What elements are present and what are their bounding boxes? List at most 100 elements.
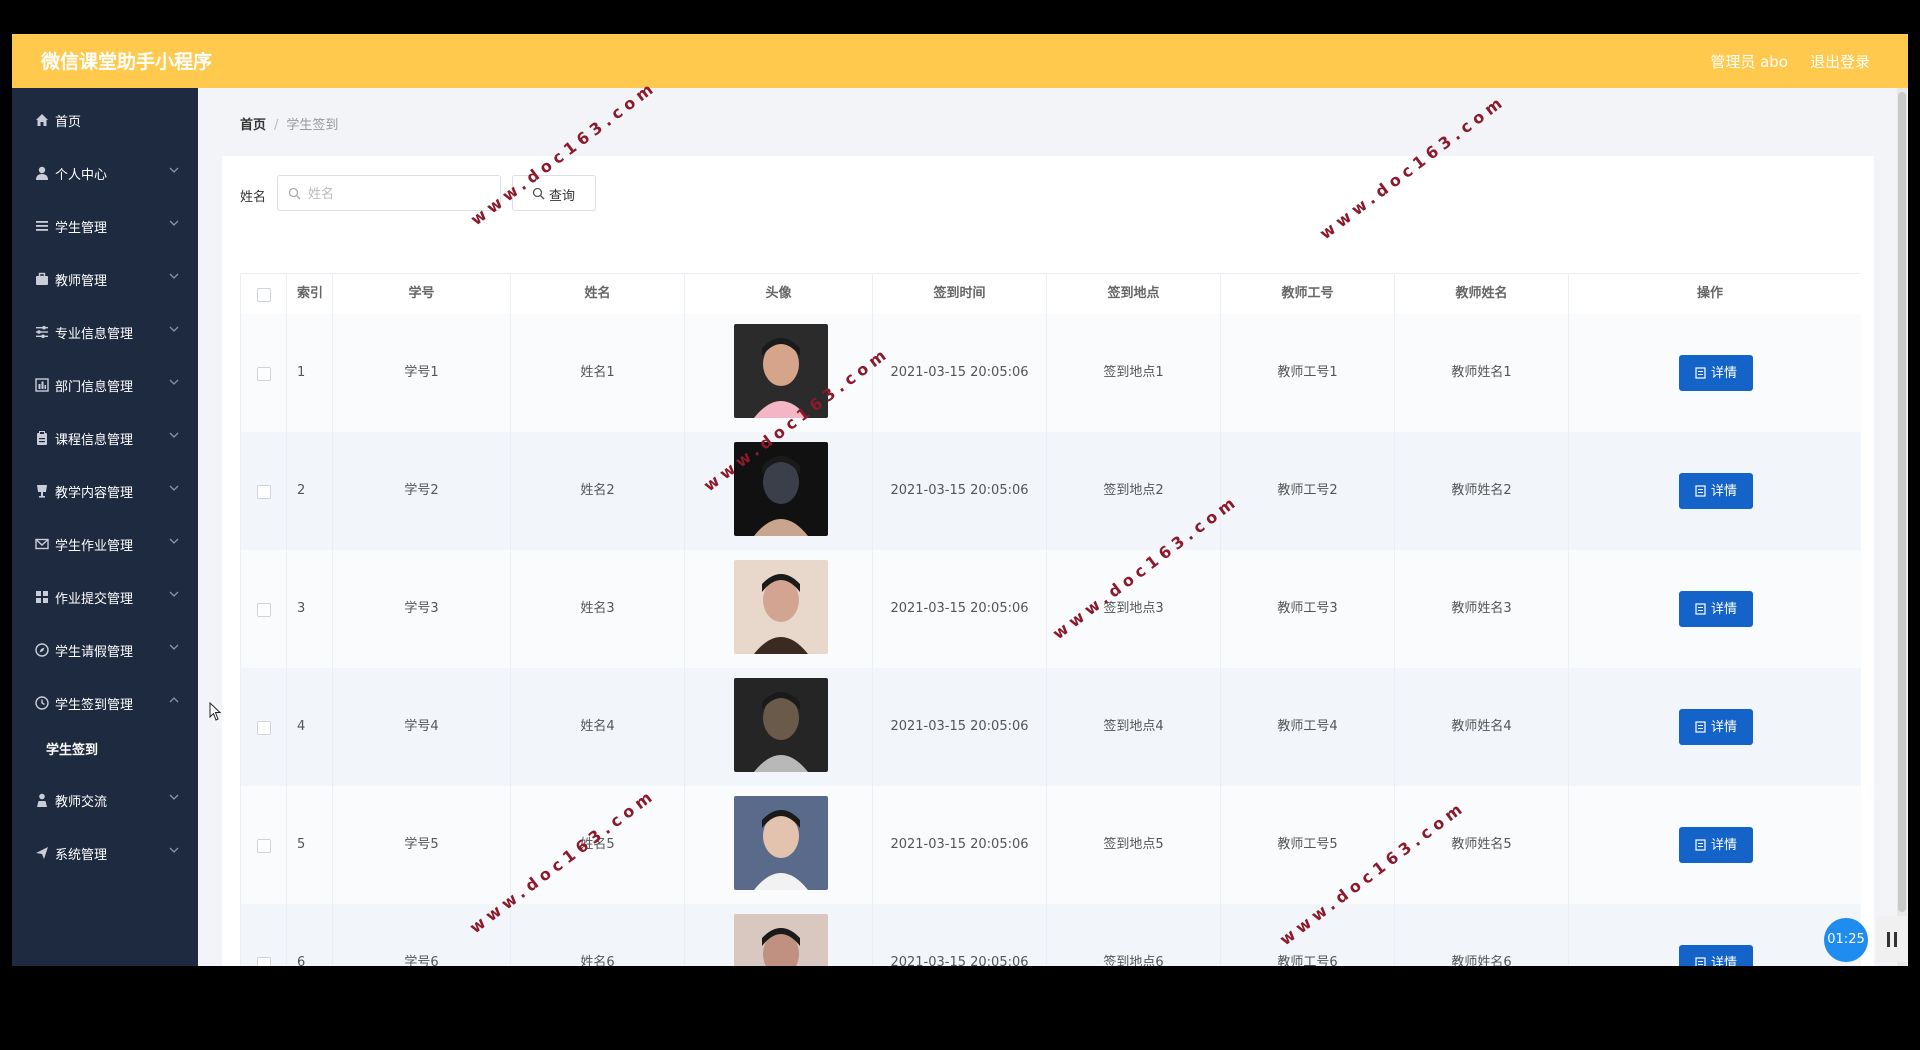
sidebar-item-teacher-communication[interactable]: 教师交流 [12, 780, 198, 820]
cell-student-no: 学号5 [333, 786, 511, 904]
sidebar-item-homework-management[interactable]: 学生作业管理 [12, 524, 198, 564]
cell-name: 姓名4 [511, 668, 685, 786]
table-row: 4 学号4 姓名4 2021-03-15 20:05:06 签到地点4 教师工号4 教师姓名… [241, 668, 1861, 787]
sidebar-item-label: 部门信息管理 [55, 380, 134, 395]
sliders-icon [36, 325, 48, 339]
cell-teacher-no: 教师工号3 [1221, 550, 1395, 668]
checkin-table: 索引 学号 姓名 头像 签到时间 签到地点 教师工号 教师姓名 操作 1 学号1 姓… [240, 273, 1861, 966]
sidebar-item-personal-center[interactable]: 个人中心 [12, 153, 198, 193]
select-all-checkbox[interactable] [257, 288, 271, 302]
row-select-cell [241, 786, 287, 904]
sidebar-item-label: 教学内容管理 [55, 486, 134, 501]
cell-teacher-name: 教师姓名1 [1395, 314, 1569, 432]
detail-button[interactable]: 详情 [1679, 945, 1753, 966]
chevron-down-icon [169, 538, 179, 544]
sidebar-item-major-management[interactable]: 专业信息管理 [12, 312, 198, 352]
avatar[interactable] [734, 914, 828, 966]
sidebar-item-teaching-content-management[interactable]: 教学内容管理 [12, 471, 198, 511]
pause-icon [1894, 932, 1897, 947]
detail-button-label: 详情 [1711, 955, 1738, 966]
row-select-cell [241, 314, 287, 432]
sidebar-item-label: 作业提交管理 [55, 592, 134, 607]
row-checkbox[interactable] [257, 603, 271, 617]
table-header: 索引 学号 姓名 头像 签到时间 签到地点 教师工号 教师姓名 操作 [241, 274, 1861, 315]
detail-button[interactable]: 详情 [1679, 355, 1753, 391]
row-checkbox[interactable] [257, 957, 271, 966]
document-icon [1695, 485, 1706, 497]
sidebar-item-label: 系统管理 [55, 848, 108, 863]
clipboard-icon [37, 431, 47, 445]
cell-checkin-time: 2021-03-15 20:05:06 [873, 314, 1047, 432]
cell-index: 6 [287, 904, 333, 966]
cell-avatar [685, 550, 873, 668]
column-header-index: 索引 [287, 274, 333, 314]
cell-teacher-no: 教师工号4 [1221, 668, 1395, 786]
cell-index: 1 [287, 314, 333, 432]
row-checkbox[interactable] [257, 485, 271, 499]
chevron-up-icon [169, 697, 179, 703]
compass-icon [35, 643, 49, 657]
breadcrumb-separator: / [274, 118, 279, 133]
detail-button[interactable]: 详情 [1679, 709, 1753, 745]
search-field[interactable] [277, 175, 501, 211]
avatar[interactable] [734, 678, 828, 772]
cell-index: 3 [287, 550, 333, 668]
row-checkbox[interactable] [257, 721, 271, 735]
recording-timer[interactable]: 01:25 [1824, 918, 1868, 962]
chevron-down-icon [169, 220, 179, 226]
breadcrumb-current: 学生签到 [286, 118, 339, 133]
detail-button-label: 详情 [1711, 601, 1738, 616]
sidebar-subitem-student-checkin[interactable]: 学生签到 [12, 729, 198, 767]
sidebar-item-checkin-management[interactable]: 学生签到管理 [12, 683, 198, 723]
cell-teacher-name: 教师姓名3 [1395, 550, 1569, 668]
sidebar-item-label: 个人中心 [55, 168, 108, 183]
scrollbar-thumb[interactable] [1898, 92, 1906, 912]
sidebar-item-teacher-management[interactable]: 教师管理 [12, 259, 198, 299]
app-title: 微信课堂助手小程序 [41, 51, 213, 73]
main-content: 首页/学生签到 姓名 查询 索引 学号 姓名 头像 签到时间 签 [198, 88, 1908, 966]
detail-button[interactable]: 详情 [1679, 827, 1753, 863]
mail-icon [35, 538, 49, 550]
row-checkbox[interactable] [257, 839, 271, 853]
detail-button[interactable]: 详情 [1679, 473, 1753, 509]
bar-chart-icon [35, 378, 49, 392]
sidebar-item-label: 专业信息管理 [55, 327, 134, 342]
cell-checkin-time: 2021-03-15 20:05:06 [873, 786, 1047, 904]
cell-checkin-time: 2021-03-15 20:05:06 [873, 904, 1047, 966]
sidebar-item-department-management[interactable]: 部门信息管理 [12, 365, 198, 405]
clock-icon [35, 696, 49, 710]
sidebar-item-label: 教师管理 [55, 274, 108, 289]
pause-icon [1887, 932, 1890, 947]
cell-avatar [685, 904, 873, 966]
sidebar-item-submission-management[interactable]: 作业提交管理 [12, 577, 198, 617]
cell-actions: 详情 [1569, 668, 1851, 786]
document-icon [1695, 721, 1706, 733]
chevron-down-icon [169, 167, 179, 173]
detail-button-label: 详情 [1711, 837, 1738, 852]
table-row: 5 学号5 姓名5 2021-03-15 20:05:06 签到地点5 教师工号5 教师姓名… [241, 786, 1861, 905]
cell-index: 2 [287, 432, 333, 550]
detail-button[interactable]: 详情 [1679, 591, 1753, 627]
row-checkbox[interactable] [257, 367, 271, 381]
sidebar-item-leave-management[interactable]: 学生请假管理 [12, 630, 198, 670]
sidebar-item-student-management[interactable]: 学生管理 [12, 206, 198, 246]
cell-checkin-time: 2021-03-15 20:05:06 [873, 432, 1047, 550]
pause-button[interactable] [1876, 916, 1908, 962]
document-icon [1695, 367, 1706, 379]
chevron-down-icon [169, 326, 179, 332]
sidebar-item-course-management[interactable]: 课程信息管理 [12, 418, 198, 458]
cell-student-no: 学号1 [333, 314, 511, 432]
avatar[interactable] [734, 796, 828, 890]
sidebar-item-home[interactable]: 首页 [12, 100, 198, 140]
chevron-down-icon [169, 644, 179, 650]
avatar[interactable] [734, 560, 828, 654]
logout-link[interactable]: 退出登录 [1810, 51, 1870, 72]
sidebar-item-system-management[interactable]: 系统管理 [12, 833, 198, 873]
page-scrollbar[interactable] [1897, 88, 1907, 966]
mouse-cursor-icon [209, 702, 222, 721]
search-input[interactable] [306, 184, 490, 204]
breadcrumb-home[interactable]: 首页 [240, 118, 266, 133]
admin-user-label[interactable]: 管理员 abo [1710, 51, 1788, 72]
person-icon [37, 793, 47, 807]
table-row: 2 学号2 姓名2 2021-03-15 20:05:06 签到地点2 教师工号2 教师姓名… [241, 432, 1861, 551]
